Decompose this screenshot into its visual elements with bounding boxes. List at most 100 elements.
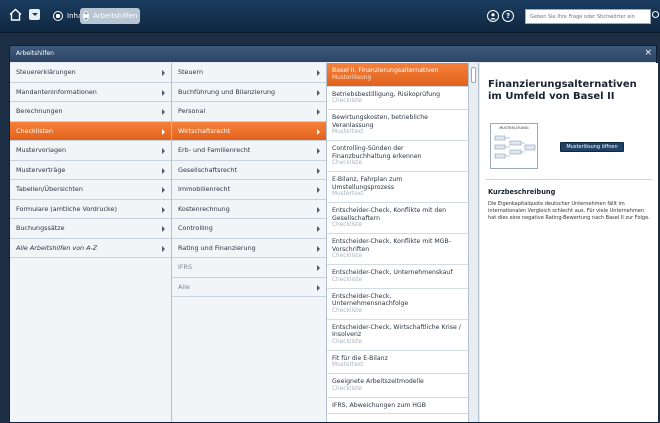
col2-item[interactable]: Erb- und Familienrecht bbox=[172, 141, 326, 161]
col1-item[interactable]: Mandanteninformationen bbox=[10, 83, 171, 102]
document-list-column: Basel II, Finanzierungsalternativen Muste… bbox=[327, 63, 469, 422]
document-item[interactable]: E-Bilanz, Fahrplan zum Umstellungsprozes… bbox=[327, 172, 468, 203]
col1-item[interactable]: Buchungssätze bbox=[10, 219, 171, 239]
chevron-right-icon bbox=[317, 206, 320, 213]
col2-item[interactable]: Steuern bbox=[172, 63, 326, 83]
col2-item-label: Buchführung und Bilanzierung bbox=[178, 87, 276, 96]
open-musterloesung-button[interactable]: Musterlösung öffnen bbox=[560, 142, 624, 152]
chevron-right-icon bbox=[317, 187, 320, 193]
search-input[interactable] bbox=[525, 9, 651, 24]
document-type: Checkliste bbox=[332, 307, 362, 314]
col2-item-label: Kostenrechnung bbox=[178, 204, 230, 213]
nav-arbeitshilfen-button[interactable]: Arbeitshilfen bbox=[80, 8, 140, 24]
col1-item-label: Tabellen/Übersichten bbox=[16, 185, 83, 194]
preview-thumbnail[interactable]: MUSTERLÖSUNG bbox=[490, 123, 538, 169]
col2-item[interactable]: Wirtschaftsrecht bbox=[172, 121, 326, 141]
panel-header: Arbeitshilfen × bbox=[10, 46, 656, 62]
arbeitshilfen-icon bbox=[83, 11, 89, 21]
category-column: Steuererklärungen Mandanteninformationen B… bbox=[10, 63, 172, 422]
document-item[interactable]: Entscheider-Check, Unternehmensnachfolge… bbox=[327, 289, 468, 320]
document-title: E-Bilanz, Fahrplan zum Umstellungsprozes… bbox=[332, 176, 403, 191]
col1-item[interactable]: Berechnungen bbox=[10, 102, 171, 122]
kurzbeschreibung-text: Die Eigenkapitalquote deutscher Unterneh… bbox=[488, 201, 650, 221]
document-item[interactable]: Controlling-Sünden der Finanzbuchhaltung… bbox=[327, 141, 468, 172]
inhalte-icon bbox=[53, 11, 63, 21]
col2-item[interactable]: Buchführung und Bilanzierung bbox=[172, 83, 326, 102]
panel-title: Arbeitshilfen bbox=[16, 50, 54, 57]
chevron-right-icon bbox=[162, 206, 165, 213]
col1-item-label: Mandanteninformationen bbox=[16, 87, 97, 96]
top-bar: Inhalte Arbeitshilfen ? bbox=[0, 0, 660, 33]
search-icon[interactable] bbox=[652, 11, 659, 18]
chevron-right-icon bbox=[162, 128, 165, 135]
document-title: Entscheider-Check, Konflikte mit MGB-Vor… bbox=[332, 238, 452, 253]
document-title: Betriebsbestilligung, Risikoprüfung bbox=[332, 90, 441, 98]
document-title: Fit für die E-Bilanz bbox=[332, 354, 388, 362]
document-item[interactable]: IFRS, Abweichungen zum HGB bbox=[327, 398, 468, 414]
chevron-right-icon bbox=[317, 148, 320, 154]
col2-item[interactable]: Gesellschaftsrecht bbox=[172, 161, 326, 180]
col1-item[interactable]: Tabellen/Übersichten bbox=[10, 180, 171, 200]
col2-item[interactable]: Rating und Finanzierung bbox=[172, 239, 326, 258]
document-list-scrollbar[interactable] bbox=[469, 63, 479, 422]
col2-item[interactable]: Alle bbox=[172, 278, 326, 297]
document-item[interactable]: Entscheider-Check, Wirtschaftliche Krise… bbox=[327, 320, 468, 351]
chevron-right-icon bbox=[317, 226, 320, 232]
document-item[interactable]: Betriebsbestilligung, Risikoprüfung Check… bbox=[327, 87, 468, 110]
col1-item[interactable]: Steuererklärungen bbox=[10, 63, 171, 83]
document-item[interactable]: Geeignete Arbeitszeitmodelle Checkliste bbox=[327, 374, 468, 398]
col2-item[interactable]: Kostenrechnung bbox=[172, 200, 326, 219]
col2-item[interactable]: Personal bbox=[172, 102, 326, 122]
col1-item[interactable]: Formulare (amtliche Vordrucke) bbox=[10, 200, 171, 219]
chevron-right-icon bbox=[162, 245, 165, 252]
chevron-right-icon bbox=[317, 245, 320, 252]
col2-item-label: Controlling bbox=[178, 224, 213, 233]
col2-item-label: Immobilienrecht bbox=[178, 185, 231, 194]
menu-dropdown-button[interactable] bbox=[29, 9, 40, 20]
document-item[interactable]: Entscheider-Check, Konflikte mit den Ges… bbox=[327, 203, 468, 234]
chevron-right-icon bbox=[317, 89, 320, 96]
preview-column: Finanzierungsalternativen im Umfeld von … bbox=[480, 63, 658, 422]
col1-item[interactable]: Checklisten bbox=[10, 121, 171, 141]
document-item[interactable]: Basel II, Finanzierungsalternativen Muste… bbox=[327, 63, 468, 87]
close-icon[interactable]: × bbox=[644, 48, 652, 58]
col1-item[interactable]: Mustervorlagen bbox=[10, 141, 171, 161]
col1-item-label: Berechnungen bbox=[16, 107, 63, 116]
document-title: Basel II, Finanzierungsalternativen bbox=[332, 67, 439, 74]
document-title: Entscheider-Check, Konflikte mit den Ges… bbox=[332, 207, 447, 222]
col1-item-label: Checklisten bbox=[16, 126, 54, 135]
chevron-right-icon bbox=[162, 167, 165, 174]
flowchart-icon bbox=[494, 135, 536, 159]
document-title: IFRS, Abweichungen zum HGB bbox=[332, 401, 426, 409]
document-type: Mustertext bbox=[332, 191, 364, 197]
chevron-right-icon bbox=[317, 265, 320, 271]
col1-item[interactable]: Musterverträge bbox=[10, 161, 171, 180]
col2-item-label: Steuern bbox=[178, 68, 204, 77]
col2-item-label: Personal bbox=[178, 107, 206, 116]
chevron-right-icon bbox=[317, 70, 320, 76]
col2-item[interactable]: Controlling bbox=[172, 219, 326, 239]
document-item[interactable]: Bewirtungskosten, betriebliche Veranlass… bbox=[327, 110, 468, 141]
help-icon[interactable]: ? bbox=[502, 10, 514, 22]
thumbnail-label: MUSTERLÖSUNG bbox=[499, 126, 529, 130]
col1-item[interactable]: Alle Arbeitshilfen von A-Z bbox=[10, 239, 171, 258]
col2-item[interactable]: IFRS bbox=[172, 258, 326, 278]
document-type: Checkliste bbox=[332, 253, 362, 259]
document-item[interactable]: Entscheider-Check, Konflikte mit MGB-Vor… bbox=[327, 234, 468, 265]
chevron-right-icon bbox=[162, 226, 165, 232]
user-icon[interactable] bbox=[487, 10, 499, 22]
col2-item-label: Erb- und Familienrecht bbox=[178, 146, 251, 155]
document-item[interactable]: Fit für die E-Bilanz Mustertext bbox=[327, 351, 468, 374]
col2-item[interactable]: Immobilienrecht bbox=[172, 180, 326, 200]
home-icon[interactable] bbox=[9, 8, 22, 21]
document-type: Checkliste bbox=[332, 98, 362, 104]
scrollbar-thumb[interactable] bbox=[471, 67, 476, 83]
chevron-right-icon bbox=[317, 128, 320, 135]
document-title: Bewirtungskosten, betriebliche Veranlass… bbox=[332, 114, 428, 129]
subcategory-column: Steuern Buchführung und Bilanzierung Perso… bbox=[172, 63, 327, 422]
document-type: Checkliste bbox=[332, 338, 362, 345]
chevron-right-icon bbox=[162, 148, 165, 154]
col1-item-label: Buchungssätze bbox=[16, 224, 65, 233]
chevron-right-icon bbox=[317, 167, 320, 174]
document-item[interactable]: Entscheider-Check, Unternehmenskauf Check… bbox=[327, 265, 468, 289]
